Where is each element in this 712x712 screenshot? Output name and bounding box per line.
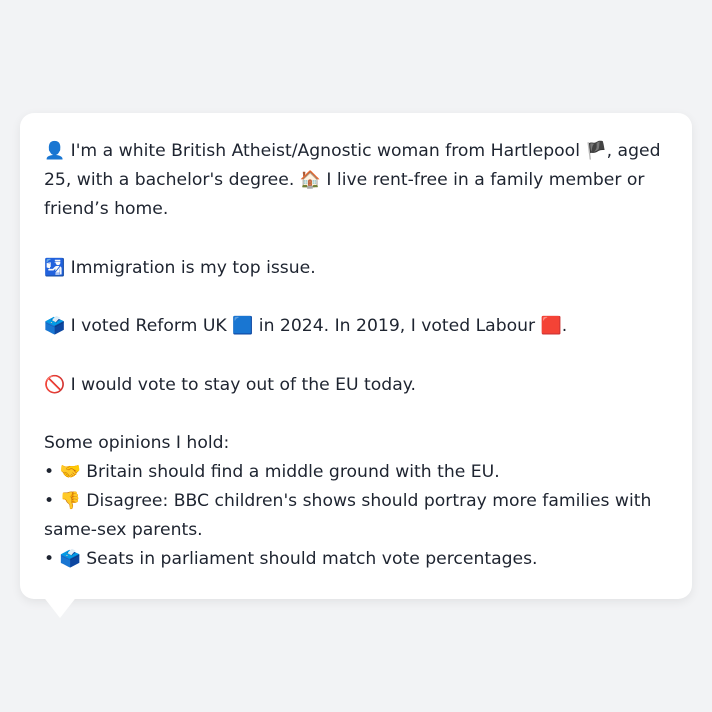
england-flag-icon: 🏴 (585, 141, 607, 161)
prohibited-icon: 🚫 (44, 374, 66, 395)
bullet: • (44, 549, 55, 569)
ballot-box-icon: 🗳️ (59, 549, 81, 569)
house-icon: 🏠 (299, 170, 321, 190)
red-square-icon: 🟥 (540, 316, 562, 336)
eu-text: I would vote to stay out of the EU today… (70, 374, 416, 395)
vote-text-1: I voted Reform UK (70, 316, 227, 336)
speech-bubble-tail (42, 595, 78, 618)
ballot-box-icon: 🗳️ (44, 316, 66, 336)
intro-paragraph: 👤 I'm a white British Atheist/Agnostic w… (44, 137, 668, 224)
intro-text-1: I'm a white British Atheist/Agnostic wom… (70, 141, 580, 161)
person-icon: 👤 (44, 141, 66, 161)
canvas: 👤 I'm a white British Atheist/Agnostic w… (0, 0, 712, 712)
vote-paragraph: 🗳️ I voted Reform UK 🟦 in 2024. In 2019,… (44, 312, 668, 341)
opinions-heading: Some opinions I hold: (44, 433, 230, 453)
bullet: • (44, 462, 55, 482)
opinion-text: Britain should find a middle ground with… (86, 462, 500, 482)
profile-speech-bubble: 👤 I'm a white British Atheist/Agnostic w… (20, 113, 692, 599)
passport-control-icon: 🛂 (44, 257, 66, 278)
opinion-item: • 🗳️ Seats in parliament should match vo… (44, 545, 668, 574)
thumbs-down-icon: 👎 (59, 491, 81, 511)
opinion-text: Disagree: BBC children's shows should po… (44, 491, 652, 540)
issue-text: Immigration is my top issue. (70, 257, 316, 278)
vote-text-2: in 2024. In 2019, I voted Labour (258, 316, 536, 336)
issue-paragraph: 🛂 Immigration is my top issue. (44, 254, 668, 283)
bullet: • (44, 491, 55, 511)
eu-paragraph: 🚫 I would vote to stay out of the EU tod… (44, 371, 668, 400)
opinions-paragraph: Some opinions I hold: • 🤝 Britain should… (44, 429, 668, 574)
vote-text-3: . (561, 316, 568, 336)
opinion-item: • 👎 Disagree: BBC children's shows shoul… (44, 487, 668, 545)
handshake-icon: 🤝 (59, 462, 81, 482)
opinion-text: Seats in parliament should match vote pe… (86, 549, 538, 569)
blue-square-icon: 🟦 (232, 316, 254, 336)
opinion-item: • 🤝 Britain should find a middle ground … (44, 458, 668, 487)
